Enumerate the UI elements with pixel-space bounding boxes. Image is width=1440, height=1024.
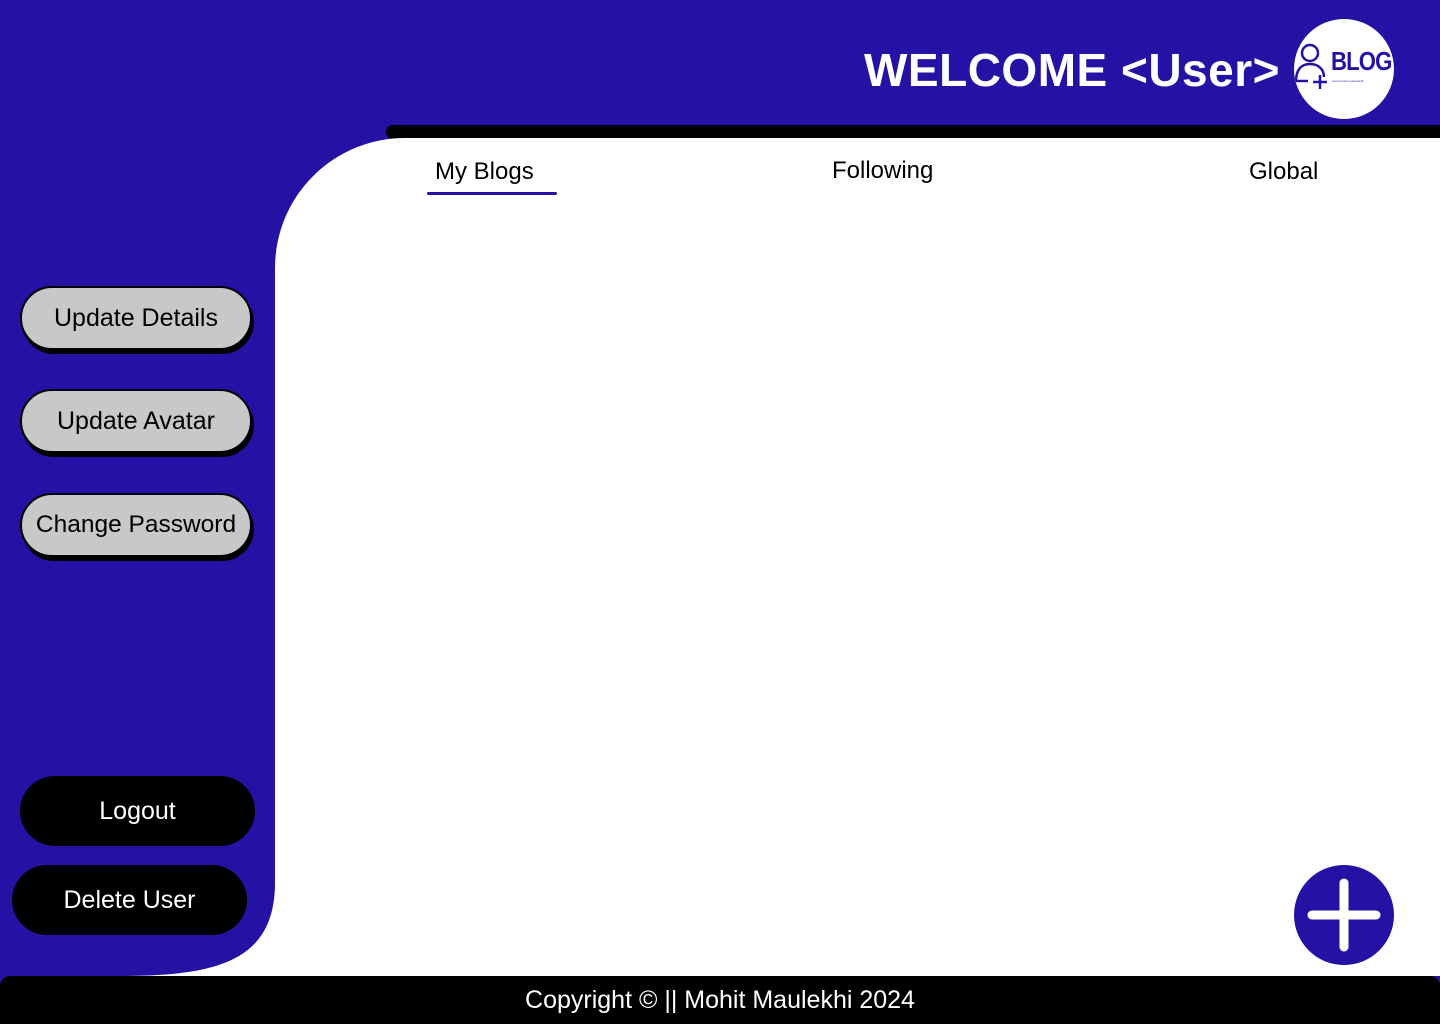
plus-icon bbox=[1307, 878, 1381, 952]
welcome-heading: WELCOME <User> bbox=[864, 44, 1280, 96]
active-tab-indicator bbox=[427, 192, 557, 195]
copyright-text: Copyright © || Mohit Maulekhi 2024 bbox=[525, 985, 915, 1014]
logo-tagline: Lorem Ipsum somestuff bbox=[1332, 79, 1364, 83]
header-divider bbox=[386, 125, 1440, 139]
logout-button[interactable]: Logout bbox=[20, 776, 255, 846]
blog-logo[interactable]: BLOG Lorem Ipsum somestuff bbox=[1294, 19, 1394, 119]
footer: Copyright © || Mohit Maulekhi 2024 bbox=[0, 976, 1440, 1024]
update-avatar-button[interactable]: Update Avatar bbox=[20, 389, 252, 453]
add-blog-button[interactable] bbox=[1294, 865, 1394, 965]
delete-user-button[interactable]: Delete User bbox=[12, 865, 247, 935]
tab-my-blogs[interactable]: My Blogs bbox=[435, 152, 534, 192]
tab-following[interactable]: Following bbox=[832, 151, 933, 191]
update-details-button[interactable]: Update Details bbox=[20, 286, 252, 350]
logo-text: BLOG bbox=[1331, 46, 1392, 76]
change-password-button[interactable]: Change Password bbox=[20, 493, 252, 557]
main-content: My Blogs Following Global bbox=[275, 138, 1440, 976]
tab-global[interactable]: Global bbox=[1249, 152, 1318, 192]
